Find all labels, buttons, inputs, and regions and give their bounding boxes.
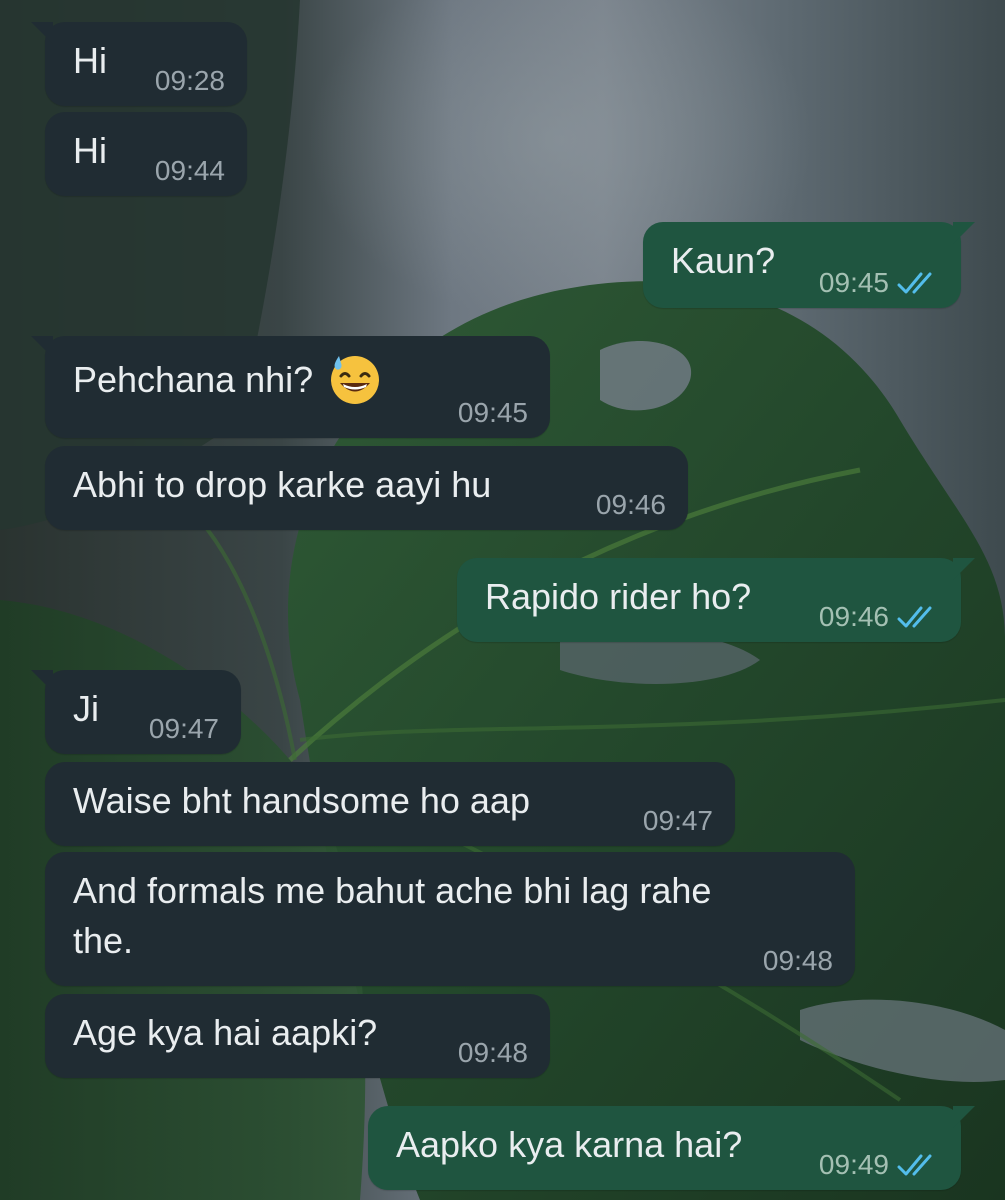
message-meta: 09:28 — [155, 64, 225, 98]
message-meta: 09:46 — [596, 488, 666, 522]
message-bubble-incoming[interactable]: Waise bht handsome ho aap 09:47 — [45, 762, 735, 846]
message-meta: 09:47 — [149, 712, 219, 746]
message-text: Ji — [73, 688, 99, 729]
message-bubble-incoming[interactable]: Hi 09:44 — [45, 112, 247, 196]
message-text: Hi — [73, 130, 107, 171]
message-bubble-incoming[interactable]: And formals me bahut ache bhi lag rahe t… — [45, 852, 855, 986]
message-time: 09:46 — [595, 489, 666, 520]
message-bubble-incoming[interactable]: Age kya hai aapki? 09:48 — [45, 994, 550, 1078]
message-meta: 09:49 — [819, 1148, 939, 1182]
message-time: 09:28 — [154, 65, 225, 96]
message-bubble-incoming[interactable]: Abhi to drop karke aayi hu 09:46 — [45, 446, 688, 530]
message-bubble-outgoing[interactable]: Kaun? 09:45 — [643, 222, 975, 308]
message-text: Aapko kya karna hai? — [396, 1124, 743, 1165]
message-text: Kaun? — [671, 240, 776, 281]
message-meta: 09:45 — [458, 396, 528, 430]
double-check-icon — [897, 272, 932, 294]
message-meta: 09:48 — [458, 1036, 528, 1070]
message-text: Abhi to drop karke aayi hu — [73, 464, 492, 505]
message-time: 09:48 — [762, 945, 833, 976]
message-list[interactable]: Hi 09:28 Hi 09:44 Kaun? 09:45 Pehchana n… — [0, 0, 1005, 1200]
message-meta: 09:48 — [763, 944, 833, 978]
message-time: 09:46 — [818, 601, 889, 632]
message-text: Pehchana nhi? — [73, 359, 314, 400]
message-time: 09:47 — [148, 713, 219, 744]
message-text: Waise bht handsome ho aap — [73, 780, 530, 821]
message-meta: 09:44 — [155, 154, 225, 188]
double-check-icon — [897, 606, 932, 628]
message-bubble-outgoing[interactable]: Rapido rider ho? 09:46 — [457, 558, 975, 642]
message-meta: 09:46 — [819, 600, 939, 634]
grinning-face-with-sweat-icon — [331, 356, 380, 404]
message-text: Age kya hai aapki? — [73, 1012, 378, 1053]
message-meta: 09:45 — [819, 266, 939, 300]
message-meta: 09:47 — [643, 804, 713, 838]
message-bubble-incoming[interactable]: Ji 09:47 — [31, 670, 241, 754]
message-text: Hi — [73, 40, 107, 81]
message-time: 09:47 — [642, 805, 713, 836]
message-text: Rapido rider ho? — [485, 576, 752, 617]
message-time: 09:45 — [457, 397, 528, 428]
message-time: 09:48 — [457, 1037, 528, 1068]
message-bubble-incoming[interactable]: Hi 09:28 — [31, 22, 247, 106]
message-time: 09:45 — [818, 267, 889, 298]
message-time: 09:44 — [154, 155, 225, 186]
message-time: 09:49 — [818, 1149, 889, 1180]
message-text: And formals me bahut ache bhi lag rahe t… — [73, 870, 712, 961]
double-check-icon — [897, 1154, 932, 1176]
message-bubble-outgoing[interactable]: Aapko kya karna hai? 09:49 — [368, 1106, 975, 1190]
message-bubble-incoming[interactable]: Pehchana nhi? 09:45 — [31, 336, 550, 438]
